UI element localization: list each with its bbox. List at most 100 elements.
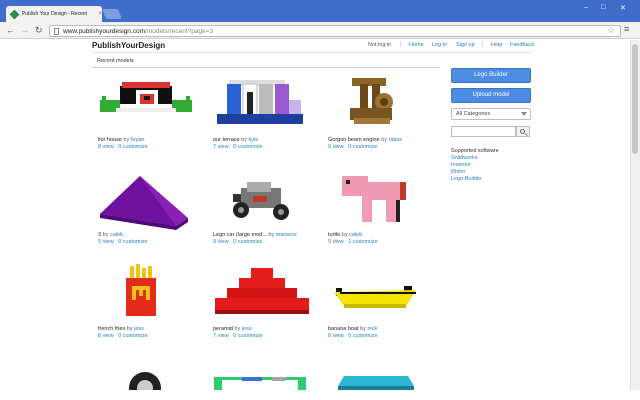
model-name-link[interactable]: Lego car (large mod... [213,232,267,238]
browser-tabbar: Publish Your Design - Recent × – □ ✕ [0,0,640,22]
login-status: Not log in [368,42,392,48]
chevron-down-icon [521,112,527,116]
customize-count[interactable]: 0 customize [118,144,147,150]
model-author-link[interactable]: mansoor [276,232,297,238]
model-stats: 8 view 0 customize [328,333,378,339]
browser-tab[interactable]: Publish Your Design - Recent × [6,6,102,22]
customize-count[interactable]: 0 customize [233,144,262,150]
model-author-link[interactable]: jess [242,326,252,332]
model-name-link[interactable]: peramid [213,326,233,332]
model-author-link[interactable]: ratiax [389,137,402,143]
model-author-link[interactable]: jess [134,326,144,332]
customize-count[interactable]: 0 customize [233,333,262,339]
model-thumbnail[interactable] [212,375,308,390]
search-input[interactable] [451,126,516,137]
model-thumbnail[interactable] [207,74,315,130]
category-select[interactable]: All Categories [451,108,531,120]
customize-count[interactable]: 0 customize [118,333,147,339]
model-author-link[interactable]: caleb [349,232,362,238]
software-link-rhino[interactable]: Rhino [451,169,465,175]
forward-icon[interactable]: → [20,24,29,36]
view-count[interactable]: 8 view [98,144,114,150]
model-thumbnail[interactable] [322,174,430,230]
back-icon[interactable]: ← [6,24,15,36]
view-count[interactable]: 7 view [213,333,229,339]
model-title-line: our terrace by kyle [213,137,259,143]
customize-count[interactable]: 0 customize [233,239,262,245]
scrollbar-thumb[interactable] [632,44,638,154]
nav-help-link[interactable]: Help [491,42,502,48]
model-thumbnail[interactable] [322,74,430,130]
upload-model-button[interactable]: Upload model [451,88,531,103]
software-link-lego-builder[interactable]: Lego Builder [451,176,482,182]
model-thumbnail[interactable] [120,370,170,390]
window-close-icon[interactable]: ✕ [620,4,626,12]
header-divider [92,52,532,53]
model-name-link[interactable]: lior house [98,137,122,143]
new-tab-button[interactable] [102,9,122,19]
section-title: Recent models [97,58,134,64]
view-count[interactable]: 9 view [328,144,344,150]
maximize-icon[interactable]: □ [601,4,605,11]
view-count[interactable]: 8 view [328,333,344,339]
model-name-link[interactable]: our terrace [213,137,240,143]
model-name-link[interactable]: turtle [328,232,340,238]
model-stats: 9 view 1 customize [328,239,378,245]
nav-signup-link[interactable]: Sign up [456,42,475,48]
model-thumbnail[interactable] [322,264,430,320]
view-count[interactable]: 9 view [328,239,344,245]
model-thumbnail[interactable] [207,174,315,230]
model-author-link[interactable]: bryan [131,137,145,143]
view-count[interactable]: 9 view [213,239,229,245]
customize-count[interactable]: 0 customize [348,144,377,150]
site-logo[interactable]: PublishYourDesign [92,41,165,50]
nav-feedback-link[interactable]: Feedback [510,42,534,48]
customize-count[interactable]: 0 customize [348,333,377,339]
nav-home-link[interactable]: Home [409,42,424,48]
tab-title: Publish Your Design - Recent [21,11,87,17]
nav-login-link[interactable]: Log in [432,42,447,48]
model-name-link[interactable]: 3 [98,232,101,238]
section-divider [92,67,440,68]
lego-builder-button[interactable]: Lego Builder [451,68,531,83]
model-thumbnail[interactable] [92,264,200,320]
model-stats: 7 view 0 customize [213,144,263,150]
minimize-icon[interactable]: – [584,4,588,11]
model-title-line: 3 by caleb [98,232,124,238]
model-thumbnail[interactable] [92,72,200,128]
model-author-link[interactable]: caleb [110,232,123,238]
model-stats: 9 view 0 customize [328,144,378,150]
customize-count[interactable]: 1 customize [348,239,377,245]
search-button[interactable] [516,126,530,137]
model-name-link[interactable]: banana boat [328,326,359,332]
browser-menu-icon[interactable]: ≡ [624,24,629,34]
model-title-line: peramid by jess [213,326,252,332]
model-name-link[interactable]: Gorgon beam engine [328,137,380,143]
model-stats: 5 view 0 customize [98,239,148,245]
tab-close-icon[interactable]: × [98,11,102,17]
model-stats: 7 view 0 customize [213,333,263,339]
browser-toolbar: ← → ↻ www.publishyourdesign.com/models/r… [0,22,640,39]
bookmark-star-icon[interactable]: ☆ [607,25,615,36]
view-count[interactable]: 8 view [98,333,114,339]
model-title-line: Lego car (large mod... by mansoor [213,232,298,238]
reload-icon[interactable]: ↻ [35,24,43,36]
view-count[interactable]: 7 view [213,144,229,150]
software-link-solidworks[interactable]: Solidworks [451,155,478,161]
view-count[interactable]: 5 view [98,239,114,245]
customize-count[interactable]: 0 customize [118,239,147,245]
site-favicon-icon [9,9,20,19]
model-thumbnail[interactable] [336,374,416,390]
address-bar[interactable]: www.publishyourdesign.com/models/recent?… [49,25,621,37]
page-bottom [0,390,640,400]
model-thumbnail[interactable] [92,174,200,230]
model-name-link[interactable]: french fries [98,326,125,332]
model-author-link[interactable]: kyle [248,137,258,143]
nav-separator: | [482,42,484,48]
page-icon [54,27,59,35]
model-author-link[interactable]: nick [367,326,377,332]
model-thumbnail[interactable] [207,264,315,320]
software-link-inventor[interactable]: Inventor [451,162,471,168]
category-select-value: All Categories [456,111,491,117]
url-text: www.publishyourdesign.com/models/recent?… [63,27,214,35]
